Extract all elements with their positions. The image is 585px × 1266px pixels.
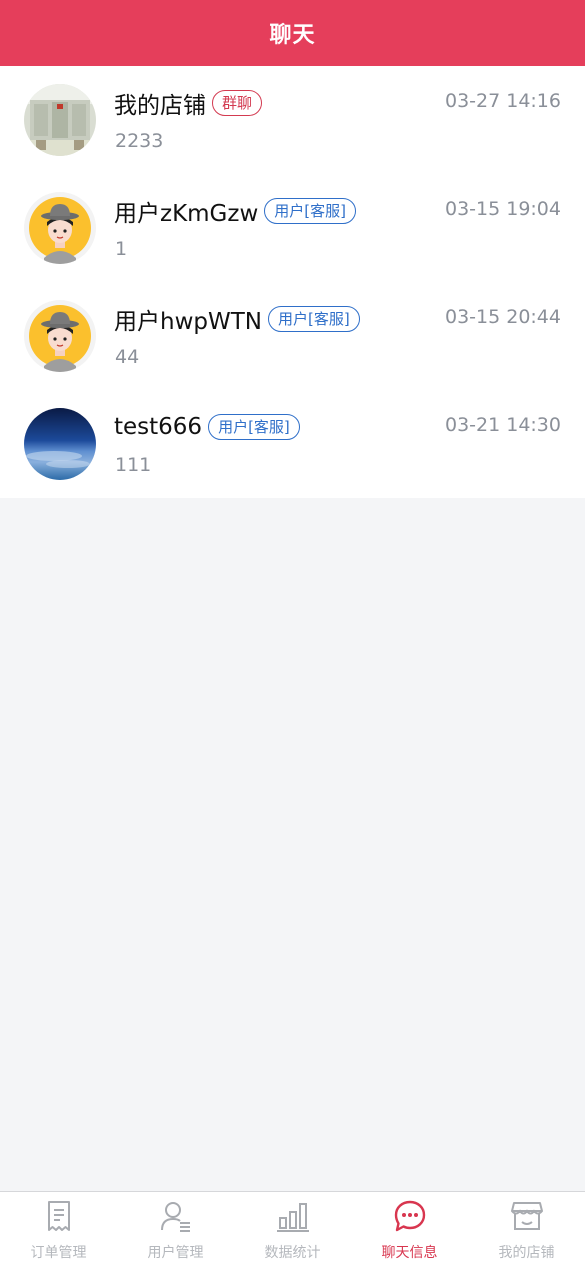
user-list-icon	[160, 1202, 190, 1232]
chat-time: 03-27 14:16	[444, 90, 561, 112]
tab-label: 数据统计	[264, 1245, 321, 1261]
tab-label: 聊天信息	[381, 1245, 438, 1261]
tab-label: 我的店铺	[498, 1245, 555, 1261]
tab-my-store[interactable]: 我的店铺	[468, 1192, 585, 1266]
chat-preview: 44	[115, 346, 140, 368]
chat-tag: 用户[客服]	[264, 198, 356, 224]
chat-tag: 用户[客服]	[208, 414, 300, 440]
tab-order-management[interactable]: 订单管理	[0, 1192, 117, 1266]
tab-data-statistics[interactable]: 数据统计	[234, 1192, 351, 1266]
chat-preview: 111	[115, 454, 152, 476]
tab-user-management[interactable]: 用户管理	[117, 1192, 234, 1266]
earth-avatar	[24, 408, 96, 480]
app-header: 聊天	[0, 0, 585, 66]
chat-preview: 1	[115, 238, 128, 260]
store-photo-avatar	[24, 84, 96, 156]
chat-time: 03-15 20:44	[444, 306, 561, 328]
cartoon-user-avatar	[24, 192, 96, 264]
chat-list: 我的店铺 群聊 03-27 14:16 2233 用户zKmGzw 用户[客服]…	[0, 66, 585, 498]
chat-preview: 2233	[115, 130, 164, 152]
chat-name: 我的店铺	[114, 93, 206, 119]
bottom-tab-bar: 订单管理 用户管理 数据统计 聊天信息 我的店铺	[0, 1191, 585, 1266]
cartoon-user-avatar	[24, 300, 96, 372]
page-title: 聊天	[269, 23, 316, 48]
tab-chat-messages[interactable]: 聊天信息	[351, 1192, 468, 1266]
chat-time: 03-21 14:30	[444, 414, 561, 436]
receipt-icon	[47, 1201, 70, 1231]
chat-time: 03-15 19:04	[444, 198, 561, 220]
chat-bubble-icon	[394, 1200, 425, 1232]
chat-tag: 用户[客服]	[267, 306, 360, 332]
tab-label: 用户管理	[147, 1245, 204, 1261]
tab-label: 订单管理	[30, 1245, 87, 1261]
chat-tag: 群聊	[212, 90, 263, 116]
chat-name: test666	[114, 414, 203, 440]
chat-item[interactable]: 我的店铺 群聊 03-27 14:16 2233	[0, 66, 585, 174]
store-icon	[510, 1202, 543, 1230]
chat-name: 用户zKmGzw	[114, 201, 259, 227]
chat-item[interactable]: 用户hwpWTN 用户[客服] 03-15 20:44 44	[0, 282, 585, 390]
chat-item[interactable]: 用户zKmGzw 用户[客服] 03-15 19:04 1	[0, 174, 585, 282]
chat-name: 用户hwpWTN	[114, 309, 262, 335]
bar-chart-icon	[276, 1203, 309, 1232]
chat-item[interactable]: test666 用户[客服] 03-21 14:30 111	[0, 390, 585, 498]
